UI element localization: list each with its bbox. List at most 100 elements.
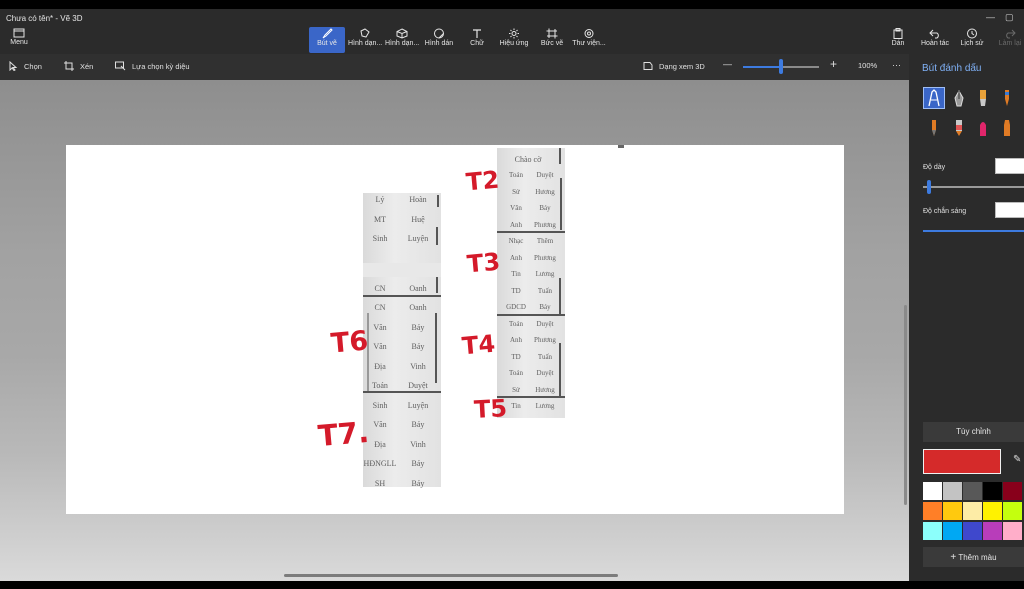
menu-button[interactable]: Menu <box>6 28 32 46</box>
more-options-button[interactable]: ··· <box>892 60 901 70</box>
customize-button[interactable]: Tùy chỉnh <box>923 422 1024 442</box>
canvas-icon <box>546 28 558 39</box>
color-swatch[interactable] <box>943 482 962 500</box>
eyedropper-icon[interactable]: ✎ <box>1013 454 1021 465</box>
paste-icon <box>893 28 903 39</box>
view-3d-button[interactable]: Dạng xem 3D <box>643 61 705 71</box>
vertical-scrollbar[interactable] <box>904 305 907 505</box>
color-swatch[interactable] <box>923 522 942 540</box>
view-3d-label: Dạng xem 3D <box>659 61 705 71</box>
zoom-in-button[interactable]: + <box>830 57 837 71</box>
tool-effects[interactable]: Hiệu ứng <box>499 27 529 53</box>
thickness-slider-thumb[interactable] <box>927 180 931 194</box>
handwritten-label: T4 <box>460 329 497 361</box>
color-swatch[interactable] <box>983 482 1002 500</box>
subject-text: HĐNGLL <box>363 459 397 468</box>
timetable-row: SH Bảy <box>363 479 441 495</box>
color-swatch[interactable] <box>983 502 1002 520</box>
crop-button[interactable]: Xén <box>64 61 93 71</box>
effects-icon <box>509 28 519 39</box>
magic-select-button[interactable]: Lựa chọn kỳ diệu <box>115 61 190 71</box>
photo-header: Chào cờ <box>497 152 565 168</box>
drawing-canvas[interactable]: Lý Hoàn MT Huệ Sinh Luyện CN Oanh CN Oanh Văn Bảy Vă… <box>66 145 844 514</box>
timetable-row: Sử Hương <box>497 386 565 402</box>
teacher-text: Bảy <box>411 459 425 468</box>
color-swatch[interactable] <box>1003 522 1022 540</box>
redo-button[interactable]: Làm lại <box>998 27 1022 47</box>
timetable-row: Anh Phương <box>497 254 565 270</box>
color-swatch[interactable] <box>1003 482 1022 500</box>
redo-label: Làm lại <box>998 40 1022 47</box>
subject-text: Địa <box>374 361 386 371</box>
thickness-input[interactable] <box>995 158 1024 174</box>
teacher-text: Bảy <box>411 342 425 351</box>
tool-3d-library[interactable]: Thư viện... <box>572 27 606 53</box>
pencil-brush[interactable] <box>948 117 970 139</box>
calligraphy-pen-brush[interactable] <box>948 87 970 109</box>
teacher-text: Luyện <box>407 400 429 410</box>
oil-brush[interactable] <box>972 87 994 109</box>
teacher-text: Thêm <box>536 237 554 245</box>
tool-text[interactable]: Chữ <box>466 27 488 53</box>
shape-2d-icon <box>360 28 370 38</box>
tool-brushes[interactable]: Bút vẽ <box>309 27 345 53</box>
color-swatch[interactable] <box>923 482 942 500</box>
bottom-border <box>0 581 1024 589</box>
watercolor-brush[interactable] <box>996 87 1018 109</box>
tool-stickers[interactable]: Hình dán <box>424 27 454 53</box>
horizontal-scrollbar[interactable] <box>284 574 618 577</box>
timetable-photo-left[interactable]: Lý Hoàn MT Huệ Sinh Luyện CN Oanh CN Oanh Văn Bảy Vă… <box>363 193 441 488</box>
maximize-icon[interactable]: ▢ <box>1005 12 1014 23</box>
timetable-photo-right[interactable]: Chào cờ Toán Duyệt Sử Hương Văn Bảy Anh Phương N… <box>497 148 565 418</box>
paste-button[interactable]: Dán <box>889 27 907 47</box>
timetable-row: Văn Bảy <box>363 323 441 339</box>
timetable-row: Nhạc Thêm <box>497 237 565 253</box>
zoom-slider-thumb[interactable] <box>779 59 783 74</box>
history-button[interactable]: Lịch sử <box>960 27 984 47</box>
opacity-label: Độ chắn sáng <box>923 208 967 215</box>
teacher-text: Bảy <box>411 322 425 332</box>
teacher-text: Duyệt <box>536 319 554 328</box>
tool-2d-shapes[interactable]: Hình dạn... <box>348 27 382 53</box>
thickness-slider-track[interactable] <box>923 186 1024 188</box>
pixel-pen-brush[interactable] <box>923 117 945 139</box>
select-label: Chọn <box>24 61 42 71</box>
tool-3d-shapes[interactable]: Hình dạn... <box>385 27 419 53</box>
teacher-text: Hương <box>535 385 555 394</box>
select-button[interactable]: Chọn <box>9 61 42 71</box>
eraser-brush[interactable] <box>972 117 994 139</box>
paste-label: Dán <box>891 40 905 47</box>
teacher-text: Lương <box>535 402 555 410</box>
history-label: Lịch sử <box>960 40 984 47</box>
teacher-text: Duyệt <box>408 381 428 390</box>
color-swatch[interactable] <box>1003 502 1022 520</box>
teacher-text: Tuấn <box>537 352 553 361</box>
minimize-icon[interactable]: — <box>986 12 995 22</box>
opacity-input[interactable]: 1( <box>995 202 1024 218</box>
pixel-pen-icon <box>932 120 936 136</box>
color-swatch[interactable] <box>963 502 982 520</box>
magic-select-label: Lựa chọn kỳ diệu <box>132 61 190 71</box>
undo-button[interactable]: Hoàn tác <box>920 27 950 47</box>
tool-canvas[interactable]: Bức vẽ <box>540 27 564 53</box>
add-color-button[interactable]: + Thêm màu <box>923 547 1024 567</box>
crop-icon <box>64 61 74 71</box>
top-border <box>0 0 1024 9</box>
tool-label: Hình dạn... <box>385 40 420 47</box>
color-swatch[interactable] <box>983 522 1002 540</box>
selected-color-preview[interactable] <box>923 449 1001 474</box>
crayon-brush[interactable] <box>996 117 1018 139</box>
color-swatch[interactable] <box>963 482 982 500</box>
color-swatch[interactable] <box>943 502 962 520</box>
timetable-row: TD Tuấn <box>497 287 565 303</box>
teacher-text: Oanh <box>409 283 427 293</box>
zoom-out-button[interactable]: — <box>723 59 732 69</box>
color-swatch[interactable] <box>963 522 982 540</box>
secondary-toolbar: Chọn Xén Lựa chọn kỳ diệu Dạng xem 3D — … <box>0 54 909 80</box>
color-swatch[interactable] <box>923 502 942 520</box>
color-swatch[interactable] <box>943 522 962 540</box>
undo-icon <box>929 29 939 39</box>
subject-text: Toán <box>372 381 388 390</box>
subject-text: CN <box>374 283 386 293</box>
marker-brush[interactable] <box>923 87 945 109</box>
